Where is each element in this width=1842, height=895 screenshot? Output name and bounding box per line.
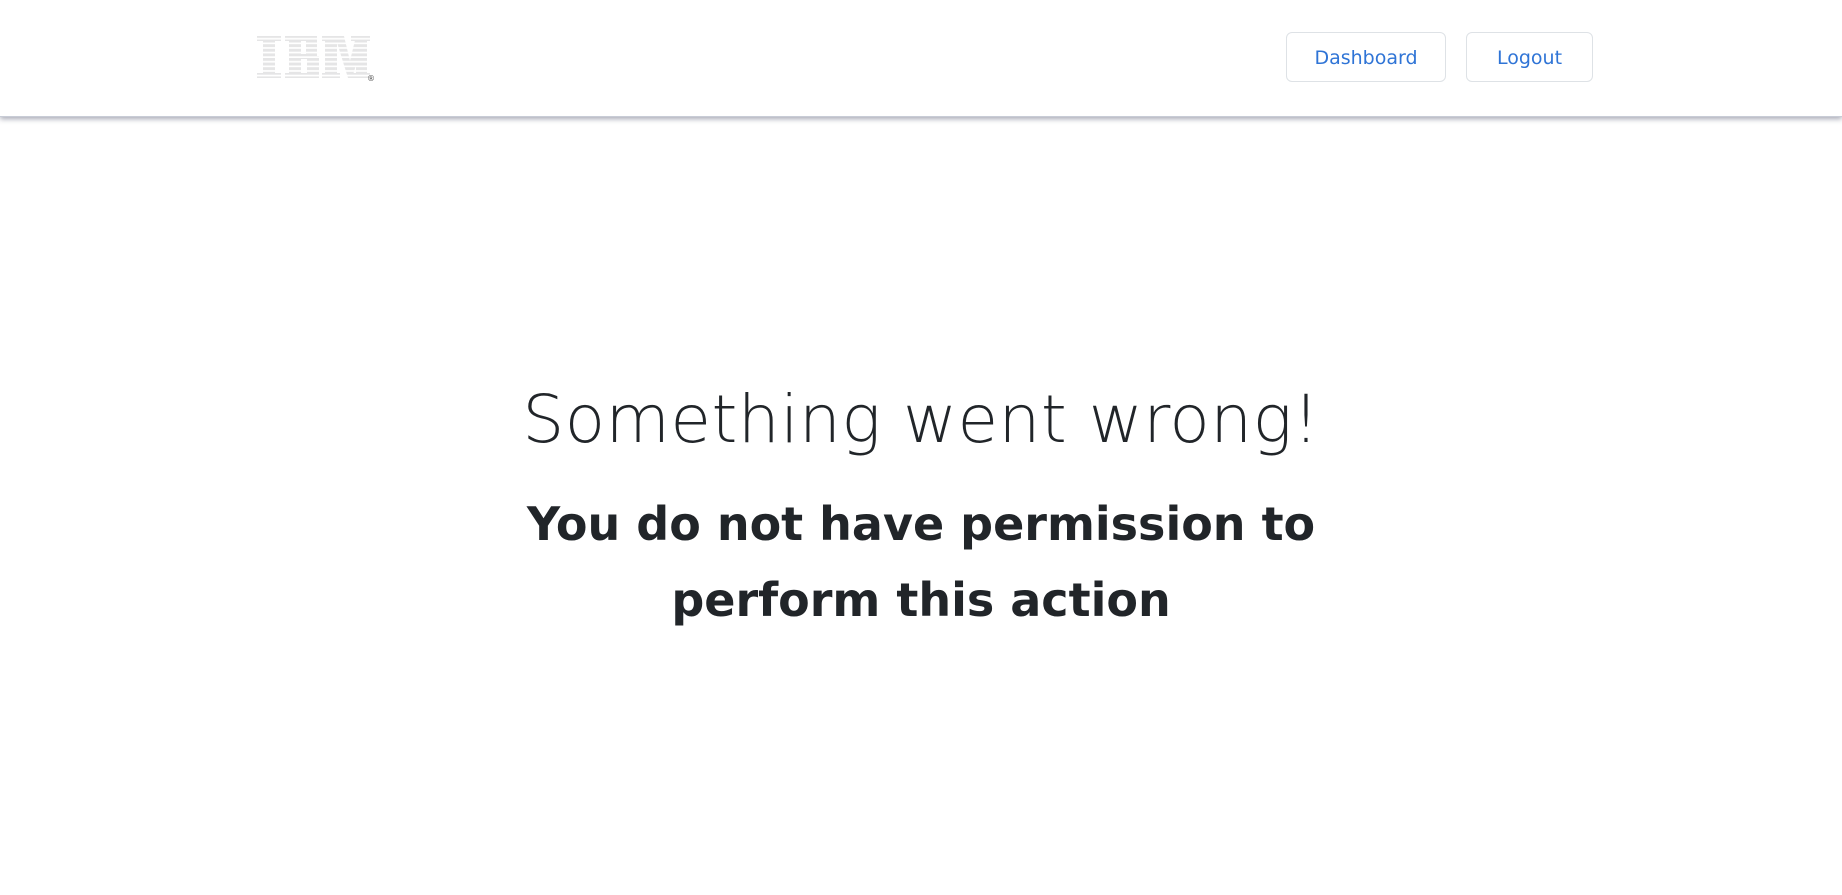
error-content: Something went wrong! You do not have pe…	[0, 380, 1842, 638]
registered-mark: ®	[367, 74, 374, 81]
top-navbar: ® Dashboard Logout	[0, 0, 1842, 117]
logout-button[interactable]: Logout	[1466, 32, 1593, 82]
error-message: You do not have permission to perform th…	[526, 497, 1316, 627]
ibm-logo[interactable]: ®	[256, 35, 374, 81]
error-title: Something went wrong!	[522, 381, 1320, 458]
ibm-logo-icon: ®	[257, 36, 374, 81]
dashboard-button[interactable]: Dashboard	[1286, 32, 1446, 82]
